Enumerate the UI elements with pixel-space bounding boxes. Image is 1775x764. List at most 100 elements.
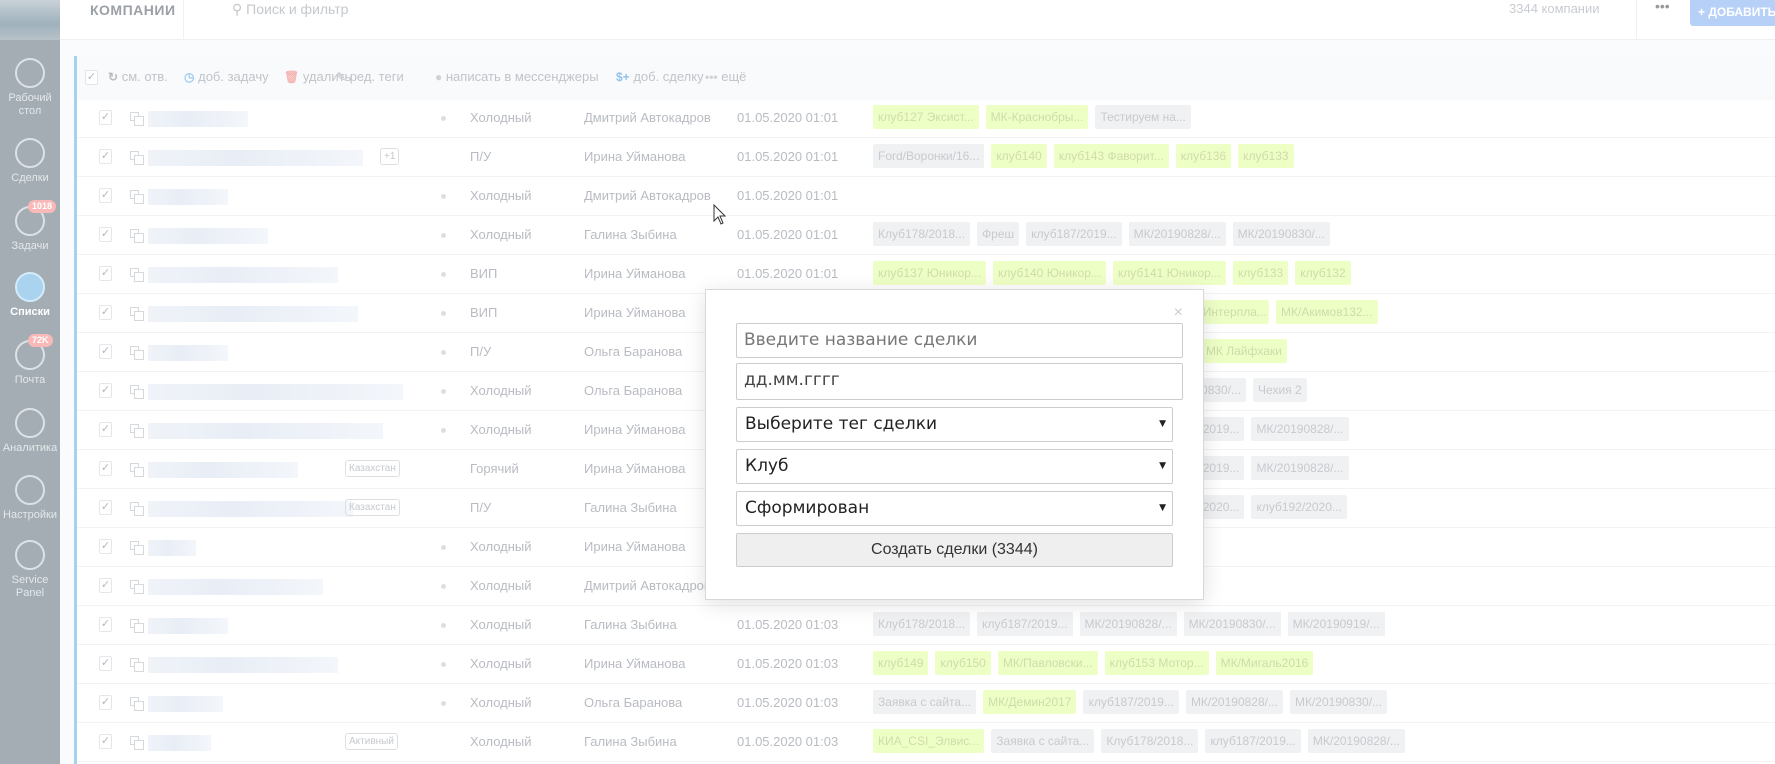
copy-icon[interactable] [130, 190, 144, 204]
copy-icon[interactable] [130, 658, 144, 672]
tag[interactable]: МК/20190919/... [1287, 612, 1385, 636]
company-name-blurred[interactable] [148, 228, 268, 244]
status-select[interactable]: Сформирован ▼ [736, 491, 1173, 526]
tag[interactable]: клуб187/2019... [1205, 729, 1301, 753]
tag[interactable]: МК/20190828/... [1079, 612, 1177, 636]
tag[interactable]: Чехия 2 [1253, 378, 1307, 402]
table-row[interactable]: ✓ Холодный Ольга Баранова 01.05.2020 01:0… [77, 684, 1775, 723]
company-name-blurred[interactable] [148, 384, 403, 400]
company-name-blurred[interactable] [148, 189, 228, 205]
tag[interactable]: клуб137 Юникор... [873, 261, 986, 285]
tag[interactable]: клуб187/2019... [977, 612, 1073, 636]
company-name-blurred[interactable] [148, 111, 248, 127]
copy-icon[interactable] [130, 307, 144, 321]
tag[interactable]: МК/20190830/... [1232, 222, 1330, 246]
sidebar-item-7[interactable]: Service Panel [0, 540, 60, 600]
tag[interactable]: клуб149 [873, 651, 929, 675]
row-checkbox[interactable]: ✓ [99, 227, 112, 242]
tag[interactable]: Заявка с сайта... [991, 729, 1095, 753]
tag[interactable]: КИА_CSI_Элвис... [873, 729, 985, 753]
row-checkbox[interactable]: ✓ [99, 578, 112, 593]
deal-name-input[interactable]: Введите название сделки [736, 323, 1183, 358]
copy-icon[interactable] [130, 580, 144, 594]
company-name-blurred[interactable] [148, 579, 323, 595]
sidebar-item-6[interactable]: Настройки [0, 475, 60, 522]
row-checkbox[interactable]: ✓ [99, 149, 112, 164]
copy-icon[interactable] [130, 541, 144, 555]
tag[interactable]: клуб140 Юникор... [992, 261, 1106, 285]
company-name-blurred[interactable] [148, 501, 353, 517]
copy-icon[interactable] [130, 268, 144, 282]
tag[interactable]: клуб150 [935, 651, 991, 675]
sidebar-item-4[interactable]: 72K Почта [0, 334, 60, 387]
row-checkbox[interactable]: ✓ [99, 305, 112, 320]
tag[interactable]: Клуб178/2018... [873, 222, 971, 246]
table-row[interactable]: ✓ +1 П/У Ирина Уйманова 01.05.2020 01:01 Fo… [77, 138, 1775, 177]
tag[interactable]: клуб192/2020... [1251, 495, 1347, 519]
club-select[interactable]: Клуб ▼ [736, 449, 1173, 484]
company-name-blurred[interactable] [148, 618, 228, 634]
company-name-blurred[interactable] [148, 735, 211, 751]
tag[interactable]: клуб133 [1232, 261, 1289, 285]
row-checkbox[interactable]: ✓ [99, 539, 112, 554]
toolbar-action-0[interactable]: ↻ см. отв. [108, 69, 168, 84]
copy-icon[interactable] [130, 736, 144, 750]
row-checkbox[interactable]: ✓ [99, 383, 112, 398]
deal-date-input[interactable]: дд.мм.гггг [736, 363, 1183, 400]
row-checkbox[interactable]: ✓ [99, 500, 112, 515]
tag[interactable]: Клуб178/2018... [873, 612, 971, 636]
copy-icon[interactable] [130, 424, 144, 438]
table-row[interactable]: ✓ Холодный Дмитрий Автокадров 01.05.2020 … [77, 99, 1775, 138]
tag[interactable]: Ford/Воронки/16... [873, 144, 985, 168]
copy-icon[interactable] [130, 112, 144, 126]
row-checkbox[interactable]: ✓ [99, 461, 112, 476]
tag[interactable]: клуб132 [1295, 261, 1351, 285]
copy-icon[interactable] [130, 346, 144, 360]
tag[interactable]: клуб153 Мотор... [1104, 651, 1209, 675]
tag[interactable]: МК/20190828/... [1185, 690, 1283, 714]
company-name-blurred[interactable] [148, 540, 196, 556]
copy-icon[interactable] [130, 502, 144, 516]
tag[interactable]: МК/Акимов132... [1276, 300, 1378, 324]
copy-icon[interactable] [130, 697, 144, 711]
company-name-blurred[interactable] [148, 267, 338, 283]
row-checkbox[interactable]: ✓ [99, 188, 112, 203]
company-name-blurred[interactable] [148, 696, 223, 712]
search-input[interactable]: ⚲ Поиск и фильтр [232, 0, 348, 18]
add-company-button[interactable]: + ДОБАВИТЬ [1690, 0, 1775, 26]
table-row[interactable]: ✓ Холодный Галина Зыбина 01.05.2020 01:01… [77, 216, 1775, 255]
table-row[interactable]: ✓ Активный Холодный Галина Зыбина 01.05.20… [77, 723, 1775, 762]
tag[interactable]: клуб136 [1175, 144, 1232, 168]
create-deals-button[interactable]: Создать сделки (3344) [736, 533, 1173, 567]
tag[interactable]: клуб143 Фаворит... [1053, 144, 1169, 168]
row-checkbox[interactable]: ✓ [99, 734, 112, 749]
tag[interactable]: Тестируем на... [1095, 105, 1191, 129]
tag[interactable]: МК/Мигаль2016 [1215, 651, 1314, 675]
tag[interactable]: клуб127 Эксист... [873, 105, 979, 129]
tag[interactable]: МК/20190828/... [1128, 222, 1226, 246]
tag[interactable]: МК/20190830/... [1289, 690, 1388, 714]
tag[interactable]: Заявка с сайта... [873, 690, 977, 714]
tag[interactable]: МК-Краснобры... [985, 105, 1089, 129]
tag[interactable]: клуб141 Юникор... [1112, 261, 1226, 285]
row-checkbox[interactable]: ✓ [99, 110, 112, 125]
toolbar-action-5[interactable]: $+ доб. сделку [616, 69, 704, 84]
row-checkbox[interactable]: ✓ [99, 656, 112, 671]
tag[interactable]: Клуб178/2018... [1101, 729, 1199, 753]
tag[interactable]: Фреш [977, 222, 1020, 246]
tag[interactable]: МК/20190828/... [1251, 417, 1349, 441]
toolbar-action-4[interactable]: ● написать в мессенджеры [435, 69, 599, 84]
tag[interactable]: клуб187/2019... [1026, 222, 1122, 246]
company-name-blurred[interactable] [148, 657, 338, 673]
tag[interactable]: МК/Павловски... [997, 651, 1098, 675]
toolbar-action-6[interactable]: ••• ещё [705, 69, 746, 84]
row-checkbox[interactable]: ✓ [99, 266, 112, 281]
tag[interactable]: МК/20190828/... [1307, 729, 1405, 753]
sidebar-item-3[interactable]: Списки [0, 272, 60, 319]
close-icon[interactable]: × [1174, 304, 1183, 322]
sidebar-item-2[interactable]: 1018 Задачи [0, 200, 60, 253]
copy-icon[interactable] [130, 151, 144, 165]
company-name-blurred[interactable] [148, 423, 383, 439]
sidebar-item-0[interactable]: Рабочий стол [0, 58, 60, 118]
sidebar-item-5[interactable]: Аналитика [0, 408, 60, 455]
